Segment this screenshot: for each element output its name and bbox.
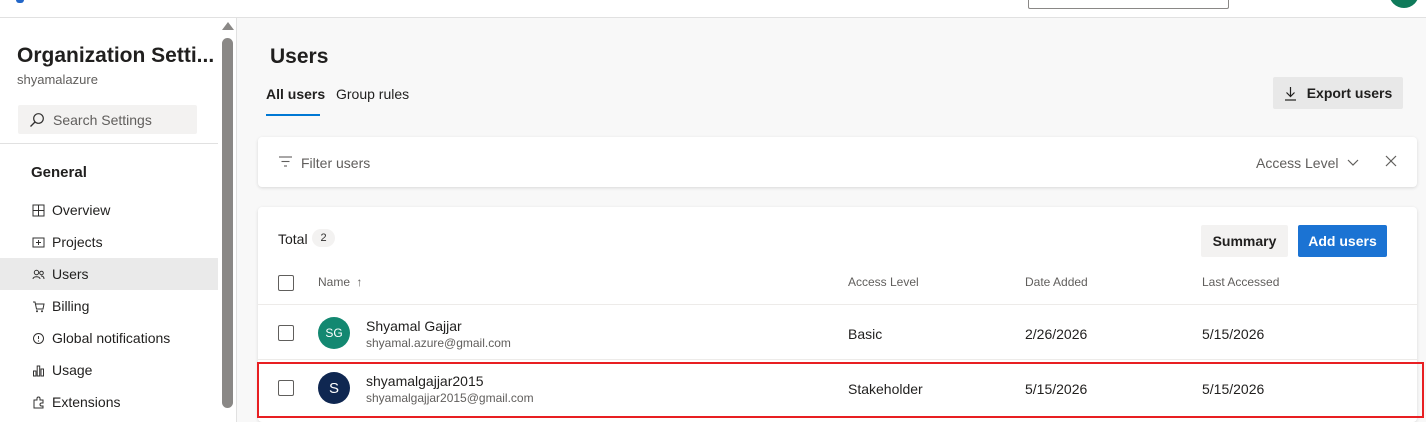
- access-level-dropdown-label: Access Level: [1256, 155, 1339, 171]
- column-header-access-level[interactable]: Access Level: [848, 275, 919, 289]
- scrollbar-thumb[interactable]: [222, 38, 233, 408]
- row-divider: [258, 359, 1417, 360]
- sidebar-item-extensions[interactable]: Extensions: [0, 386, 218, 418]
- column-header-name[interactable]: Name ↑: [318, 275, 362, 289]
- last-accessed-cell: 5/15/2026: [1202, 326, 1265, 342]
- user-display-name[interactable]: shyamalgajjar2015: [366, 373, 484, 389]
- sidebar-item-label: Usage: [52, 362, 93, 378]
- org-name: shyamalazure: [17, 72, 98, 87]
- access-level-cell[interactable]: Stakeholder: [848, 381, 923, 397]
- sidebar-item-label: Billing: [52, 298, 90, 314]
- settings-sidebar: Organization Setti... shyamalazure Searc…: [0, 18, 237, 422]
- sidebar-item-label: Users: [52, 266, 89, 282]
- sidebar-item-label: Projects: [52, 234, 103, 250]
- last-accessed-cell: 5/15/2026: [1202, 381, 1265, 397]
- sidebar-item-users[interactable]: Users: [0, 258, 218, 290]
- export-users-label: Export users: [1306, 85, 1393, 101]
- top-bar: [0, 0, 1426, 18]
- org-settings-title: Organization Setti...: [17, 44, 215, 67]
- user-display-name[interactable]: Shyamal Gajjar: [366, 318, 462, 334]
- sidebar-item-billing[interactable]: Billing: [0, 290, 218, 322]
- overview-icon: [32, 204, 45, 216]
- access-level-cell[interactable]: Basic: [848, 326, 882, 342]
- projects-icon: [32, 237, 45, 247]
- users-table: Total 2 Summary Add users Name ↑ Access …: [258, 207, 1417, 422]
- avatar: SG: [318, 317, 350, 349]
- access-level-dropdown[interactable]: Access Level: [1256, 155, 1359, 171]
- sidebar-item-projects[interactable]: Projects: [0, 226, 218, 258]
- active-tab-indicator: [266, 114, 320, 116]
- sidebar-item-label: Overview: [52, 202, 111, 218]
- user-email: shyamal.azure@gmail.com: [366, 336, 511, 350]
- notification-icon: [33, 332, 44, 344]
- export-users-button[interactable]: Export users: [1273, 77, 1403, 109]
- select-all-checkbox[interactable]: [278, 275, 294, 291]
- sidebar-scrollbar[interactable]: [220, 18, 235, 422]
- usage-chart-icon: [33, 365, 44, 376]
- row-checkbox[interactable]: [278, 325, 294, 341]
- user-avatar[interactable]: [1389, 0, 1419, 8]
- total-label: Total: [278, 231, 308, 247]
- total-count-badge: 2: [312, 229, 335, 247]
- tab-group-rules[interactable]: Group rules: [336, 86, 409, 102]
- users-icon: [32, 269, 45, 279]
- scroll-up-arrow-icon[interactable]: [222, 22, 234, 30]
- extensions-icon: [33, 396, 44, 408]
- column-header-last-accessed[interactable]: Last Accessed: [1202, 275, 1279, 289]
- sidebar-item-usage[interactable]: Usage: [0, 354, 218, 386]
- sidebar-divider: [0, 143, 218, 144]
- filter-icon: [279, 156, 292, 167]
- settings-search-input[interactable]: Search Settings: [18, 105, 197, 134]
- filter-users-input[interactable]: Filter users: [301, 155, 370, 171]
- chevron-down-icon: [1348, 159, 1359, 166]
- sort-ascending-icon: ↑: [356, 275, 363, 289]
- azure-devops-logo-icon[interactable]: [16, 0, 24, 3]
- column-header-name-label: Name: [318, 275, 351, 289]
- column-header-date-added[interactable]: Date Added: [1025, 275, 1088, 289]
- sidebar-item-label: Global notifications: [52, 330, 171, 346]
- sidebar-item-label: Extensions: [52, 394, 121, 410]
- close-icon[interactable]: [1385, 155, 1397, 167]
- date-added-cell: 2/26/2026: [1025, 326, 1088, 342]
- cart-icon: [33, 301, 45, 312]
- section-heading-general: General: [31, 164, 87, 181]
- search-placeholder: Search Settings: [53, 111, 152, 128]
- header-divider: [258, 304, 1417, 305]
- sidebar-item-overview[interactable]: Overview: [0, 194, 218, 226]
- sidebar-item-global-notifications[interactable]: Global notifications: [0, 322, 218, 354]
- download-icon: [1284, 86, 1296, 101]
- filter-bar: Filter users Access Level: [258, 137, 1417, 187]
- page-title: Users: [270, 45, 329, 68]
- tab-all-users[interactable]: All users: [266, 86, 325, 102]
- row-checkbox[interactable]: [278, 380, 294, 396]
- summary-button[interactable]: Summary: [1201, 225, 1288, 257]
- search-icon: [30, 112, 44, 127]
- global-search-input[interactable]: [1028, 0, 1229, 9]
- add-users-button[interactable]: Add users: [1298, 225, 1387, 257]
- avatar: S: [318, 372, 350, 404]
- user-email: shyamalgajjar2015@gmail.com: [366, 391, 534, 405]
- date-added-cell: 5/15/2026: [1025, 381, 1088, 397]
